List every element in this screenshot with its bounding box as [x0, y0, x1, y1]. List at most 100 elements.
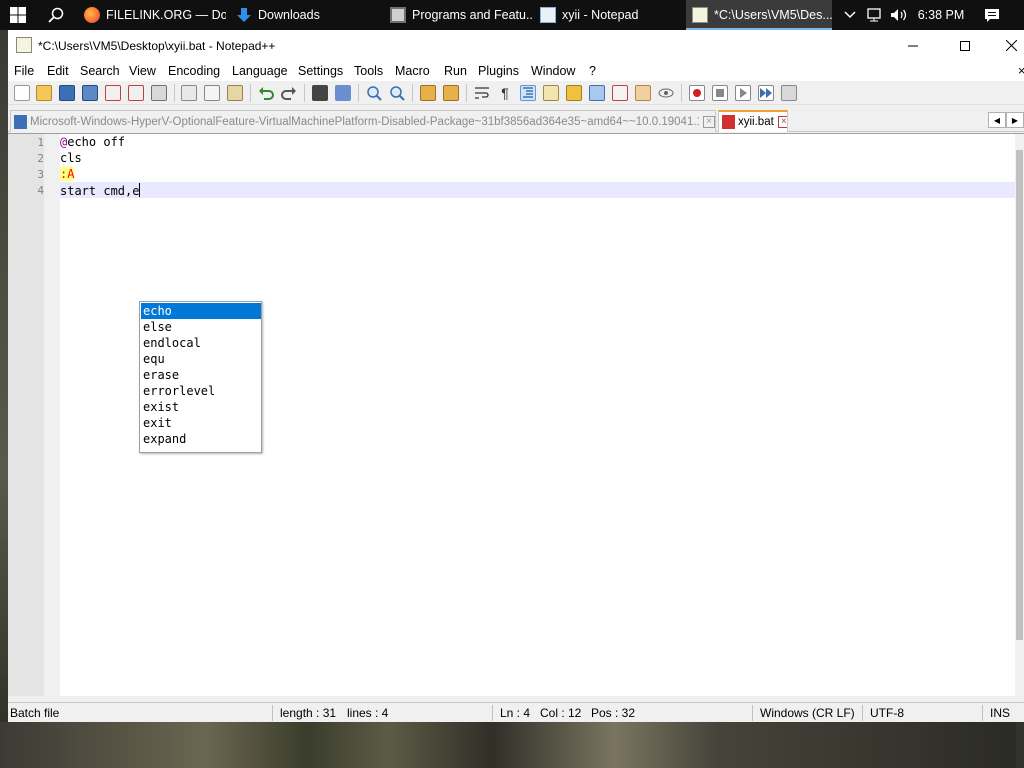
menu-search[interactable]: Search: [80, 64, 120, 78]
autocomplete-item[interactable]: errorlevel: [141, 383, 261, 399]
doc-map-icon[interactable]: [566, 85, 582, 101]
redo-icon[interactable]: [281, 85, 297, 101]
code-line-3: :A: [60, 167, 75, 181]
sync-vertical-icon[interactable]: [420, 85, 436, 101]
menu-edit[interactable]: Edit: [47, 64, 69, 78]
status-insert-mode[interactable]: INS: [990, 706, 1010, 720]
code-line-1: @echo off: [60, 135, 125, 149]
volume-button[interactable]: [886, 0, 912, 30]
search-button[interactable]: [36, 0, 76, 30]
toolbar-separator: [250, 84, 251, 102]
maximize-icon: [960, 40, 970, 51]
find-icon[interactable]: [312, 85, 328, 101]
menu-language[interactable]: Language: [232, 64, 288, 78]
play-macro-multiple-icon[interactable]: [758, 85, 774, 101]
print-icon[interactable]: [151, 85, 167, 101]
status-encoding[interactable]: UTF-8: [870, 706, 904, 720]
tab-scroll-left-icon[interactable]: ◀: [988, 112, 1006, 128]
function-list-icon[interactable]: [612, 85, 628, 101]
network-button[interactable]: [862, 0, 886, 30]
taskbar-item-label: Downloads: [258, 8, 320, 22]
action-center-button[interactable]: [972, 0, 1012, 30]
notepadpp-window: *C:\Users\VM5\Desktop\xyii.bat - Notepad…: [8, 30, 1024, 722]
autocomplete-item[interactable]: equ: [141, 351, 261, 367]
autocomplete-item[interactable]: erase: [141, 367, 261, 383]
word-wrap-icon[interactable]: [474, 85, 490, 101]
autocomplete-item[interactable]: exist: [141, 399, 261, 415]
zoom-out-icon[interactable]: [389, 85, 405, 101]
undo-icon[interactable]: [258, 85, 274, 101]
file-modified-icon: [722, 115, 735, 129]
close-button[interactable]: [988, 30, 1024, 61]
menu-view[interactable]: View: [129, 64, 156, 78]
tab-scroll-right-icon[interactable]: ▶: [1006, 112, 1024, 128]
open-file-icon[interactable]: [36, 85, 52, 101]
close-all-icon[interactable]: [128, 85, 144, 101]
autocomplete-item[interactable]: endlocal: [141, 335, 261, 351]
close-file-icon[interactable]: [105, 85, 121, 101]
record-macro-icon[interactable]: [689, 85, 705, 101]
tab-xyii-bat[interactable]: xyii.bat ×: [718, 110, 788, 132]
editor-area[interactable]: 1 2 3 4 @echo off cls :A start cmd,e ech…: [8, 133, 1024, 696]
cut-icon[interactable]: [181, 85, 197, 101]
folder-as-workspace-icon[interactable]: [635, 85, 651, 101]
desktop-background-bottom: [0, 722, 1024, 768]
save-icon[interactable]: [59, 85, 75, 101]
vertical-scrollbar[interactable]: [1015, 134, 1024, 696]
title-bar[interactable]: *C:\Users\VM5\Desktop\xyii.bat - Notepad…: [8, 30, 1024, 61]
tab-scroll-buttons: ◀ ▶: [988, 112, 1024, 128]
taskbar-item-notepad[interactable]: xyii - Notepad: [536, 0, 682, 30]
monitoring-icon[interactable]: [658, 85, 674, 101]
menu-encoding[interactable]: Encoding: [168, 64, 220, 78]
autocomplete-item[interactable]: else: [141, 319, 261, 335]
autocomplete-item[interactable]: expand: [141, 431, 261, 447]
maximize-button[interactable]: [942, 30, 988, 61]
doc-list-icon[interactable]: [589, 85, 605, 101]
tab-close-icon[interactable]: ×: [703, 115, 715, 128]
stop-macro-icon[interactable]: [712, 85, 728, 101]
menu-run[interactable]: Run: [444, 64, 467, 78]
status-eol[interactable]: Windows (CR LF): [760, 706, 855, 720]
status-file-type: Batch file: [10, 706, 60, 720]
show-hidden-icons-button[interactable]: [838, 0, 862, 30]
menu-settings[interactable]: Settings: [298, 64, 343, 78]
clock[interactable]: 6:38 PM: [912, 0, 970, 30]
status-separator: [492, 705, 493, 721]
menu-tools[interactable]: Tools: [354, 64, 383, 78]
close-document-x[interactable]: ×: [1018, 64, 1024, 78]
save-all-icon[interactable]: [82, 85, 98, 101]
taskbar-item-firefox[interactable]: FILELINK.ORG — Do...: [76, 0, 226, 30]
autocomplete-item[interactable]: echo: [141, 303, 261, 319]
zoom-in-icon[interactable]: [366, 85, 382, 101]
udl-icon[interactable]: [543, 85, 559, 101]
minimize-button[interactable]: [890, 30, 936, 61]
fold-margin[interactable]: [44, 134, 60, 696]
menu-file[interactable]: File: [14, 64, 34, 78]
paste-icon[interactable]: [227, 85, 243, 101]
taskbar-item-label: *C:\Users\VM5\Des...: [714, 8, 832, 22]
tab-close-icon[interactable]: ×: [777, 116, 787, 128]
copy-icon[interactable]: [204, 85, 220, 101]
save-macro-icon[interactable]: [781, 85, 797, 101]
taskbar-item-notepadpp[interactable]: *C:\Users\VM5\Des...: [686, 0, 832, 30]
tab-mum-file[interactable]: Microsoft-Windows-HyperV-OptionalFeature…: [10, 110, 716, 132]
menu-plugins[interactable]: Plugins: [478, 64, 519, 78]
play-macro-icon[interactable]: [735, 85, 751, 101]
sync-horizontal-icon[interactable]: [443, 85, 459, 101]
autocomplete-item[interactable]: exit: [141, 415, 261, 431]
start-button[interactable]: [0, 0, 36, 30]
text-caret: [139, 183, 141, 197]
taskbar-item-downloads[interactable]: Downloads: [230, 0, 380, 30]
menu-window[interactable]: Window: [531, 64, 575, 78]
code-text: start cmd,e: [60, 184, 140, 198]
new-file-icon[interactable]: [14, 85, 30, 101]
horizontal-scrollbar[interactable]: [8, 696, 1024, 700]
show-all-chars-icon[interactable]: ¶: [497, 85, 513, 101]
replace-icon[interactable]: [335, 85, 351, 101]
scrollbar-thumb[interactable]: [1016, 150, 1023, 640]
taskbar-item-programs[interactable]: Programs and Featu...: [384, 0, 534, 30]
indent-guide-icon[interactable]: [520, 85, 536, 101]
menu-macro[interactable]: Macro: [395, 64, 430, 78]
taskbar-item-label: FILELINK.ORG — Do...: [106, 8, 226, 22]
menu-help[interactable]: ?: [589, 64, 596, 78]
